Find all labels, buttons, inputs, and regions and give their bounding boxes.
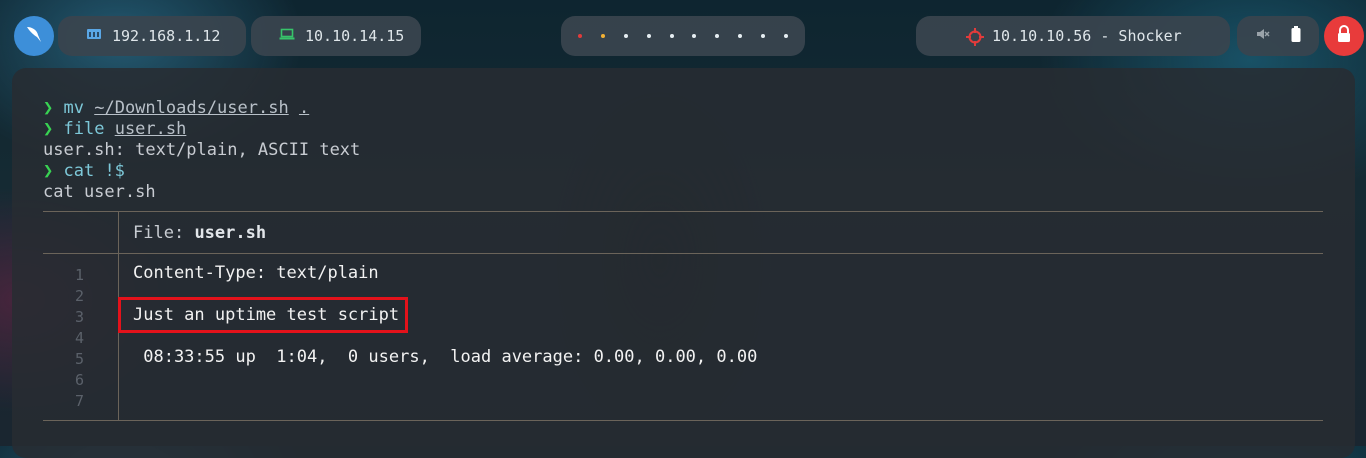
bat-divider-bottom <box>43 420 1323 421</box>
target-text: 10.10.10.56 - Shocker <box>992 27 1182 45</box>
vpn-ip-widget[interactable]: 10.10.14.15 <box>251 16 421 56</box>
line-number: 7 <box>74 392 84 410</box>
line-number: 1 <box>74 266 84 284</box>
workspace-indicator[interactable] <box>715 34 720 38</box>
workspace-indicator[interactable] <box>783 34 788 38</box>
vpn-ip-text: 10.10.14.15 <box>305 27 405 45</box>
crosshair-icon <box>966 28 984 50</box>
terminal-window[interactable]: ❯ mv ~/Downloads/user.sh . ❯ file user.s… <box>12 68 1355 458</box>
workspace-indicator[interactable] <box>669 34 674 38</box>
lock-icon <box>1336 25 1352 47</box>
highlight-box <box>118 297 408 333</box>
bat-divider-top <box>43 211 1323 212</box>
command-name: file <box>63 119 105 139</box>
command-line: ❯ cat !$ <box>43 161 125 181</box>
file-name: user.sh <box>194 223 267 243</box>
prompt-symbol: ❯ <box>43 98 54 118</box>
command-name: cat !$ <box>63 161 125 181</box>
file-label: File: <box>133 223 185 243</box>
line-number: 3 <box>74 308 84 326</box>
laptop-icon <box>279 27 295 45</box>
system-tray[interactable] <box>1237 16 1319 56</box>
command-argument: user.sh <box>114 119 187 139</box>
app-launcher-icon <box>23 23 45 49</box>
output-line: user.sh: text/plain, ASCII text <box>43 140 361 160</box>
workspace-indicator[interactable] <box>646 34 651 38</box>
workspace-switcher[interactable] <box>561 16 805 56</box>
workspace-indicator[interactable] <box>578 34 583 38</box>
line-number: 4 <box>74 329 84 347</box>
file-content-line: Content-Type: text/plain <box>133 263 379 283</box>
line-number: 5 <box>74 350 84 368</box>
command-name: mv <box>63 98 84 118</box>
command-line: ❯ mv ~/Downloads/user.sh . <box>43 98 309 118</box>
file-content-line: 08:33:55 up 1:04, 0 users, load average:… <box>133 347 758 367</box>
workspace-indicator[interactable] <box>692 34 697 38</box>
output-line: cat user.sh <box>43 182 156 202</box>
workspace-indicator[interactable] <box>601 34 606 38</box>
prompt-symbol: ❯ <box>43 161 54 181</box>
speaker-muted-icon[interactable] <box>1256 27 1270 45</box>
host-ip-text: 192.168.1.12 <box>112 27 221 45</box>
app-launcher-button[interactable] <box>14 16 54 56</box>
host-ip-widget[interactable]: 192.168.1.12 <box>58 16 246 56</box>
line-number: 2 <box>74 287 84 305</box>
bat-file-header: File: user.sh <box>133 223 266 243</box>
top-bar: 192.168.1.12 10.10.14.15 10.10.10.56 - S… <box>0 0 1366 72</box>
target-widget[interactable]: 10.10.10.56 - Shocker <box>916 16 1230 56</box>
command-argument: ~/Downloads/user.sh <box>94 98 289 118</box>
workspace-indicator[interactable] <box>623 34 628 38</box>
lock-button[interactable] <box>1324 16 1364 56</box>
command-line: ❯ file user.sh <box>43 119 186 139</box>
workspace-indicator[interactable] <box>760 34 765 38</box>
battery-icon[interactable] <box>1291 26 1301 46</box>
bat-divider-mid <box>43 253 1323 254</box>
workspace-indicator[interactable] <box>737 34 742 38</box>
prompt-symbol: ❯ <box>43 119 54 139</box>
command-argument: . <box>298 98 310 118</box>
network-icon <box>86 27 102 45</box>
line-number: 6 <box>74 371 84 389</box>
